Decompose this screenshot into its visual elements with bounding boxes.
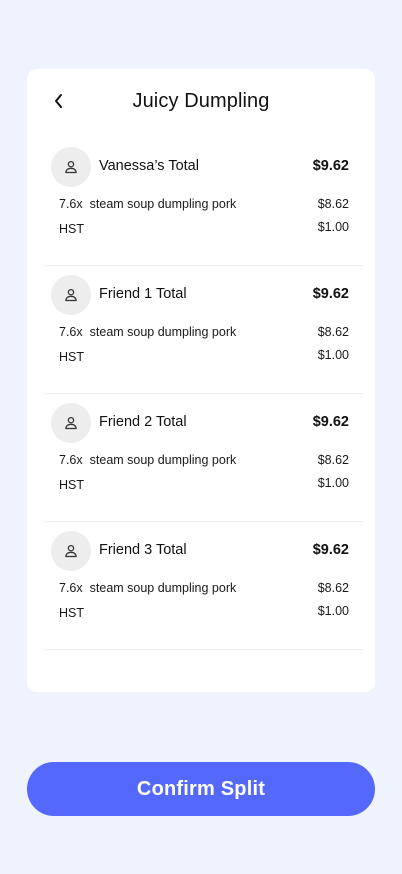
person-name: Friend 2 Total	[99, 414, 187, 430]
user-icon	[65, 160, 77, 174]
person-total: $9.62	[312, 414, 349, 430]
item-amount: $8.62	[317, 197, 349, 211]
tax-amount: $1.00	[317, 476, 349, 490]
line-item: 7.6x steam soup dumpling pork $8.62	[59, 581, 349, 597]
tax-amount: $1.00	[317, 220, 349, 234]
line-item: 7.6x steam soup dumpling pork $8.62	[59, 325, 349, 341]
avatar	[51, 275, 91, 315]
tax-line: HST $1.00	[59, 604, 349, 622]
tax-label: HST	[59, 606, 84, 620]
line-item: 7.6x steam soup dumpling pork $8.62	[59, 197, 349, 213]
person-header: Friend 2 Total $9.62	[51, 403, 363, 443]
person-name: Friend 1 Total	[99, 286, 187, 302]
person-total: $9.62	[312, 286, 349, 302]
avatar	[51, 403, 91, 443]
tax-label: HST	[59, 222, 84, 236]
person-section: Friend 2 Total $9.62 7.6x steam soup dump…	[44, 394, 363, 522]
tax-amount: $1.00	[317, 604, 349, 618]
item-description: steam soup dumpling pork	[89, 197, 237, 211]
item-quantity: 7.6x	[59, 581, 83, 595]
line-item: 7.6x steam soup dumpling pork $8.62	[59, 453, 349, 469]
user-icon	[65, 288, 77, 302]
item-amount: $8.62	[317, 325, 349, 339]
avatar	[51, 531, 91, 571]
item-amount: $8.62	[317, 581, 349, 595]
person-total: $9.62	[312, 542, 349, 558]
split-card: Juicy Dumpling Vanessa’s Total $9.62 7.6…	[27, 69, 375, 692]
tax-line: HST $1.00	[59, 220, 349, 238]
item-quantity: 7.6x	[59, 453, 83, 467]
page-title: Juicy Dumpling	[132, 90, 270, 112]
user-icon	[65, 416, 77, 430]
person-total: $9.62	[312, 158, 349, 174]
tax-label: HST	[59, 350, 84, 364]
tax-label: HST	[59, 478, 84, 492]
tax-line: HST $1.00	[59, 476, 349, 494]
person-header: Friend 3 Total $9.62	[51, 531, 363, 571]
item-quantity: 7.6x	[59, 197, 83, 211]
person-section: Friend 3 Total $9.62 7.6x steam soup dump…	[44, 522, 363, 650]
person-name: Friend 3 Total	[99, 542, 187, 558]
item-quantity: 7.6x	[59, 325, 83, 339]
tax-line: HST $1.00	[59, 348, 349, 366]
person-header: Friend 1 Total $9.62	[51, 275, 363, 315]
confirm-split-button[interactable]: Confirm Split	[27, 762, 375, 816]
person-section: Friend 1 Total $9.62 7.6x steam soup dump…	[44, 266, 363, 394]
person-name: Vanessa’s Total	[99, 158, 199, 174]
item-description: steam soup dumpling pork	[89, 581, 237, 595]
card-header: Juicy Dumpling	[27, 69, 375, 133]
user-icon	[65, 544, 77, 558]
person-header: Vanessa’s Total $9.62	[51, 147, 363, 187]
item-amount: $8.62	[317, 453, 349, 467]
person-section: Vanessa’s Total $9.62 7.6x steam soup dum…	[44, 138, 363, 266]
tax-amount: $1.00	[317, 348, 349, 362]
item-description: steam soup dumpling pork	[89, 453, 237, 467]
avatar	[51, 147, 91, 187]
item-description: steam soup dumpling pork	[89, 325, 237, 339]
